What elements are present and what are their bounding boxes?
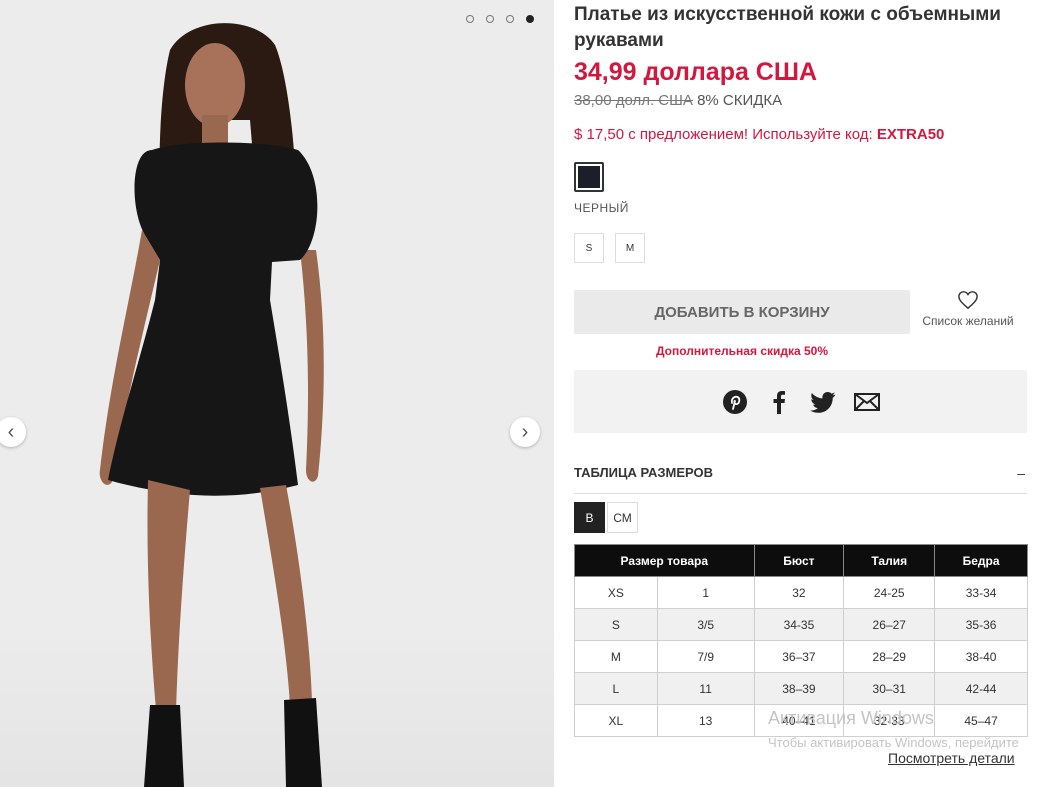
header-size: Размер товара (574, 544, 755, 577)
extra-discount: Дополнительная скидка 50% (655, 344, 829, 358)
table-cell: 38-40 (934, 640, 1028, 673)
table-cell: S (574, 608, 658, 641)
collapse-icon[interactable]: – (1017, 465, 1027, 481)
table-header-row: Размер товара Бюст Талия Бедра (574, 544, 1028, 577)
gallery-dots (466, 15, 534, 23)
table-cell: 45–47 (934, 704, 1028, 737)
view-details-link[interactable]: Посмотреть детали (888, 750, 1015, 766)
product-price: 34,99 доллара США (574, 58, 818, 86)
size-option-s[interactable]: S (574, 233, 604, 263)
table-cell: 11 (656, 672, 755, 705)
color-swatch-black[interactable] (574, 162, 604, 192)
table-cell: 24-25 (843, 576, 936, 609)
gallery-dot[interactable] (486, 15, 494, 23)
table-row: L 11 38–39 30–31 42-44 (574, 672, 1028, 705)
email-icon[interactable] (853, 389, 880, 415)
next-image-button[interactable]: › (510, 417, 540, 447)
table-row: XS 1 32 24-25 33-34 (574, 576, 1028, 609)
size-chart-title: ТАБЛИЦА РАЗМЕРОВ (574, 465, 714, 480)
table-cell: XS (574, 576, 658, 609)
unit-cm-button[interactable]: СМ (607, 502, 638, 533)
table-cell: M (574, 640, 658, 673)
size-selector: S M (574, 233, 645, 263)
windows-activation-watermark: Активация Windows (768, 708, 934, 728)
table-cell: 36–37 (753, 640, 845, 673)
chevron-right-icon: › (521, 420, 529, 443)
table-cell: 30–31 (843, 672, 936, 705)
wishlist-button[interactable]: Список желаний (920, 290, 1016, 328)
share-bar (574, 370, 1027, 433)
promo-code: EXTRA50 (876, 126, 945, 143)
swatch-fill (578, 166, 600, 188)
table-cell: L (574, 672, 658, 705)
pinterest-icon[interactable] (722, 389, 748, 415)
size-option-m[interactable]: M (615, 233, 645, 263)
table-cell: 28–29 (843, 640, 936, 673)
table-cell: 35-36 (934, 608, 1028, 641)
heart-icon (958, 291, 978, 310)
table-cell: 34-35 (753, 608, 845, 641)
discount-percent: 8% СКИДКА (697, 92, 783, 109)
promo-text: $ 17,50 с предложением! Используйте код: (574, 126, 877, 143)
table-cell: 33-34 (934, 576, 1028, 609)
twitter-icon[interactable] (809, 389, 836, 415)
table-cell: 3/5 (656, 608, 755, 641)
table-row: M 7/9 36–37 28–29 38-40 (574, 640, 1028, 673)
product-gallery: ‹ › (0, 0, 554, 787)
gallery-dot-active[interactable] (526, 15, 534, 23)
wishlist-label: Список желаний (922, 314, 1014, 328)
prev-image-button[interactable]: ‹ (0, 417, 26, 447)
table-cell: 7/9 (656, 640, 755, 673)
table-cell: 1 (656, 576, 755, 609)
chevron-left-icon: ‹ (7, 420, 15, 443)
windows-activation-subtext: Чтобы активировать Windows, перейдите (768, 735, 1019, 750)
old-price-row: 38,00 долл. США 8% СКИДКА (574, 92, 782, 109)
unit-inches-button[interactable]: В (574, 502, 605, 533)
old-price: 38,00 долл. США (574, 92, 693, 109)
table-cell: 13 (656, 704, 755, 737)
product-title: Платье из искусственной кожи с объемными… (574, 4, 1001, 51)
gallery-dot[interactable] (466, 15, 474, 23)
add-to-cart-button[interactable]: ДОБАВИТЬ В КОРЗИНУ (574, 290, 910, 334)
header-waist: Талия (843, 544, 936, 577)
table-cell: 42-44 (934, 672, 1028, 705)
table-cell: 38–39 (753, 672, 845, 705)
header-bust: Бюст (753, 544, 845, 577)
unit-toggle: В СМ (574, 502, 638, 533)
table-cell: 26–27 (843, 608, 936, 641)
table-row: S 3/5 34-35 26–27 35-36 (574, 608, 1028, 641)
table-cell: XL (574, 704, 658, 737)
color-name: ЧЕРНЫЙ (574, 201, 629, 215)
facebook-icon[interactable] (766, 389, 792, 415)
size-chart-header[interactable]: ТАБЛИЦА РАЗМЕРОВ – (574, 452, 1027, 494)
gallery-dot[interactable] (506, 15, 514, 23)
promo-message: $ 17,50 с предложением! Используйте код:… (574, 126, 944, 143)
header-hips: Бедра (934, 544, 1028, 577)
table-cell: 32 (753, 576, 845, 609)
product-image (99, 23, 324, 787)
